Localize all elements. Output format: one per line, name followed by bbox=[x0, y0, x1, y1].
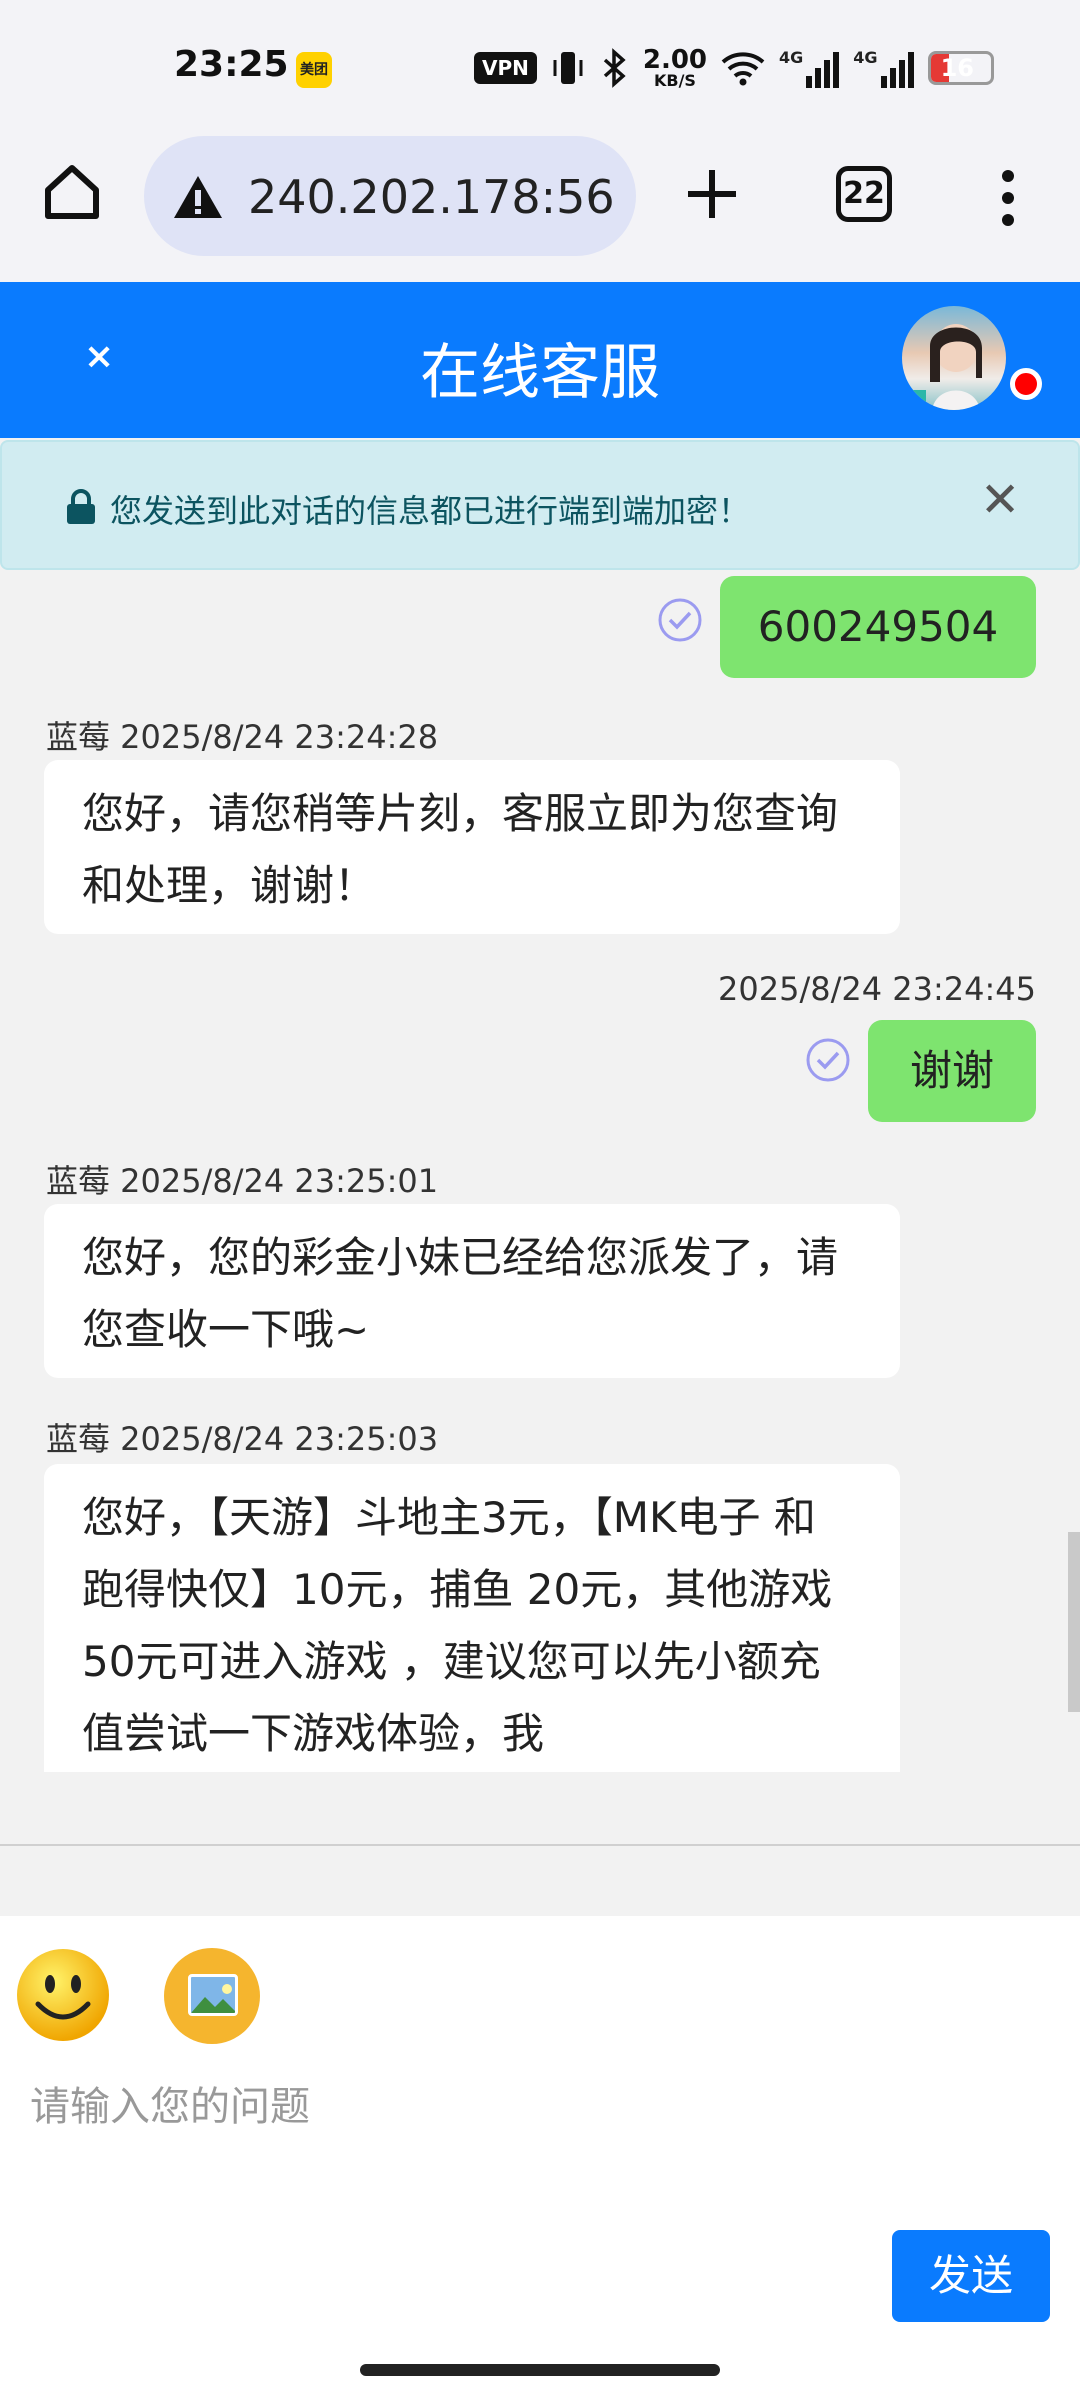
message-meta: 2025/8/24 23:24:45 bbox=[718, 970, 1036, 1008]
chat-scrollbar[interactable] bbox=[1068, 1532, 1080, 1712]
battery-icon: 16 bbox=[927, 51, 994, 85]
home-indicator[interactable] bbox=[360, 2364, 720, 2376]
status-time: 23:25 bbox=[174, 44, 289, 85]
chat-header: × 在线客服 bbox=[0, 282, 1080, 438]
notice-text: 您发送到此对话的信息都已进行端到端加密！ bbox=[110, 492, 751, 530]
warning-icon[interactable] bbox=[172, 174, 224, 220]
status-bar: 23:25 美团 VPN 2.00 KB/S 4G 4G 16 bbox=[0, 0, 1080, 120]
status-icons: VPN 2.00 KB/S 4G 4G 16 bbox=[474, 46, 994, 90]
message-bubble-received[interactable]: 您好，【天游】斗地主3元，【MK电子 和 跑得快仅】10元，捕鱼 20元，其他游… bbox=[44, 1464, 900, 1772]
bluetooth-icon bbox=[603, 48, 626, 88]
send-button[interactable]: 发送 bbox=[892, 2230, 1050, 2322]
vpn-icon: VPN bbox=[474, 52, 537, 84]
more-menu-icon[interactable] bbox=[998, 168, 1018, 228]
meituan-icon: 美团 bbox=[296, 52, 332, 88]
chat-messages[interactable]: 600249504 蓝莓 2025/8/24 23:24:28 您好，请您稍等片… bbox=[0, 572, 1080, 1772]
message-bubble-sent[interactable]: 谢谢 bbox=[868, 1020, 1036, 1122]
divider bbox=[0, 1844, 1080, 1846]
message-bubble-received[interactable]: 您好，请您稍等片刻，客服立即为您查询和处理，谢谢！ bbox=[44, 760, 900, 934]
message-input[interactable]: 请输入您的问题 bbox=[30, 2074, 310, 2132]
new-tab-icon[interactable] bbox=[684, 166, 740, 222]
vibrate-icon bbox=[553, 52, 583, 84]
message-meta: 蓝莓 2025/8/24 23:25:03 bbox=[46, 1420, 439, 1458]
avatar-image bbox=[902, 324, 982, 410]
browser-toolbar: 240.202.178:5671 22 bbox=[0, 120, 1080, 282]
notice-close-button[interactable]: ✕ bbox=[980, 472, 1020, 528]
image-icon bbox=[188, 1974, 238, 2016]
message-meta: 蓝莓 2025/8/24 23:24:28 bbox=[46, 718, 439, 756]
read-check-icon bbox=[658, 598, 702, 642]
tab-switcher-button[interactable]: 22 bbox=[836, 166, 892, 222]
message-bubble-received[interactable]: 您好，您的彩金小妹已经给您派发了，请您查收一下哦~ bbox=[44, 1204, 900, 1378]
signal-icon: 4G bbox=[779, 48, 840, 88]
encryption-notice: 您发送到此对话的信息都已进行端到端加密！ ✕ bbox=[0, 440, 1080, 570]
lock-icon bbox=[67, 489, 95, 524]
input-area: 请输入您的问题 发送 bbox=[0, 1916, 1080, 2400]
message-bubble-sent[interactable]: 600249504 bbox=[720, 576, 1036, 678]
url-text[interactable]: 240.202.178:5671 bbox=[248, 170, 618, 224]
url-bar[interactable]: 240.202.178:5671 bbox=[144, 136, 636, 256]
smiley-icon[interactable] bbox=[14, 1946, 112, 2044]
avatar[interactable] bbox=[902, 306, 1006, 410]
home-icon[interactable] bbox=[40, 160, 104, 224]
signal-icon: 4G bbox=[853, 48, 914, 88]
image-upload-button[interactable] bbox=[164, 1948, 260, 2044]
message-meta: 蓝莓 2025/8/24 23:25:01 bbox=[46, 1162, 439, 1200]
wifi-icon bbox=[721, 52, 765, 86]
online-status-dot bbox=[1010, 368, 1042, 400]
network-speed: 2.00 KB/S bbox=[642, 45, 708, 90]
read-check-icon bbox=[806, 1038, 850, 1082]
